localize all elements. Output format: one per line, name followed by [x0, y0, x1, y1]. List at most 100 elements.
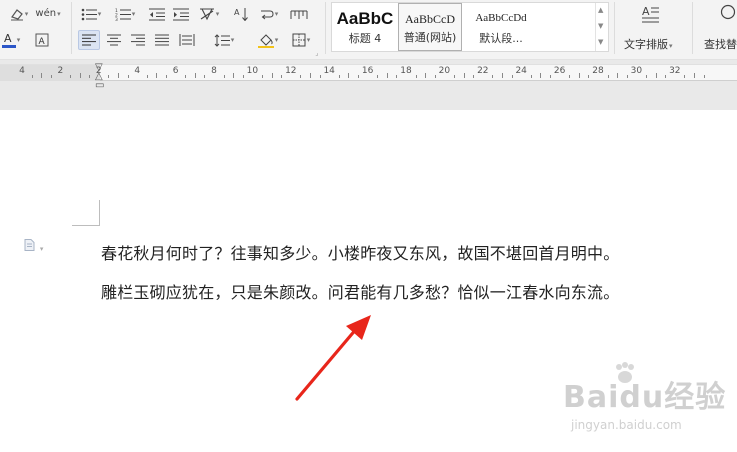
horizontal-ruler[interactable]: ▽ △ ▭ 4 2 2 4 6 8 10 12 14 16 18 20 22 24 26 28 30 32: [0, 63, 737, 91]
ruler-left-margin: [0, 65, 100, 81]
ruler-tick: [194, 73, 196, 78]
ruler-number: 12: [285, 66, 297, 76]
style-normal-web[interactable]: AaBbCcD 普通(网站): [398, 3, 462, 51]
align-right-button[interactable]: [127, 31, 149, 49]
baidu-watermark: Baidu经验 jingyan.baidu.com: [563, 362, 727, 432]
ruler-number: 22: [477, 66, 489, 76]
ruler-tick: [434, 75, 436, 78]
borders-button[interactable]: ▾: [287, 31, 315, 49]
ruler-number: 8: [211, 66, 217, 76]
ruler-tick: [319, 75, 321, 78]
ruler-tick: [242, 75, 244, 78]
styles-scrollbar[interactable]: ▲ ▼ ▼: [595, 3, 608, 51]
line-spacing-button[interactable]: ▾: [210, 31, 238, 49]
paragraph-dialog-launcher-icon[interactable]: ⌟: [313, 49, 321, 57]
ruler-tick: [396, 75, 398, 78]
ruler-tick: [262, 75, 263, 78]
ruler-number: 10: [246, 66, 259, 76]
shading-button[interactable]: ▾: [254, 31, 282, 49]
numbered-list-icon: 123: [115, 8, 131, 21]
ruler-tick: [530, 75, 532, 78]
align-center-button[interactable]: [103, 31, 125, 49]
ruler-tick: [70, 75, 71, 78]
numbering-button[interactable]: 123 ▾: [112, 5, 138, 23]
justify-icon: [155, 34, 169, 46]
style-default-paragraph[interactable]: AaBbCcDd 默认段...: [464, 3, 538, 51]
svg-text:3: 3: [115, 17, 118, 21]
style-label: 普通(网站): [403, 31, 457, 44]
chevron-down-icon: ▾: [57, 9, 61, 18]
scroll-up-icon[interactable]: ▲: [598, 6, 603, 14]
phonetic-icon: wén: [35, 8, 57, 19]
phonetic-guide-button[interactable]: wén ▾: [34, 5, 62, 23]
chevron-down-icon: ▾: [24, 9, 29, 18]
justify-button[interactable]: [151, 31, 173, 49]
ruler-tick: [271, 73, 273, 78]
ruler-number: 6: [172, 66, 179, 76]
ruler-tick: [358, 75, 359, 78]
ruler-tick: [146, 75, 148, 78]
watermark-brand: Baidu经验: [563, 380, 727, 415]
line-spacing-arrows-button[interactable]: ▾: [256, 5, 282, 23]
style-preview: AaBbCcD: [405, 12, 455, 26]
text-layout-button[interactable]: A 文字排版▾: [620, 4, 686, 54]
watermark-site: jingyan.baidu.com: [571, 418, 682, 432]
outdent-icon: [149, 8, 165, 20]
increase-indent-button[interactable]: [170, 5, 192, 23]
align-left-button[interactable]: [78, 30, 100, 50]
chevron-down-icon: ▾: [131, 9, 136, 18]
ruler-tick: [646, 75, 647, 78]
font-color-button[interactable]: A ▾: [0, 31, 22, 49]
indent-icon: [173, 8, 189, 20]
ruler-tick: [550, 75, 551, 78]
ruler-tick: [348, 73, 350, 78]
ruler-tick: [511, 75, 513, 78]
document-page[interactable]: ▾ 春花秋月何时了？往事知多少。小楼昨夜又东风，故国不堪回首月明中。 雕栏玉砌应…: [0, 110, 737, 452]
decrease-indent-button[interactable]: [146, 5, 168, 23]
chinese-layout-button[interactable]: ▾: [196, 5, 222, 23]
clear-format-button[interactable]: ▾: [8, 5, 30, 23]
scroll-down-icon[interactable]: ▼: [598, 22, 603, 30]
separator: [614, 2, 615, 54]
ruler-area: ▽ △ ▭ 4 2 2 4 6 8 10 12 14 16 18 20 22 24 26 28 30 32: [0, 60, 737, 110]
find-replace-button[interactable]: 查找替: [698, 4, 737, 54]
find-replace-label: 查找替: [704, 38, 737, 51]
align-center-icon: [107, 34, 121, 46]
ruler-number: 2: [57, 66, 64, 76]
svg-text:A: A: [4, 32, 12, 45]
ribbon-toolbar: ▾ wén ▾ A ▾ A ▾ 123 ▾ ▾ A ▾ ▾ ▾ ▾ ⌟ AaBb…: [0, 0, 737, 60]
ruler-tick: [473, 75, 475, 78]
style-label: 标题 4: [348, 32, 382, 45]
chevron-down-icon: ▾: [215, 9, 220, 18]
ruler-tick: [310, 73, 311, 78]
ruler-tick: [50, 75, 52, 78]
chevron-down-icon: ▾: [306, 35, 311, 44]
ruler-tick: [386, 73, 388, 78]
ruler-tick: [655, 73, 657, 78]
chevron-down-icon: ▾: [97, 9, 102, 18]
eraser-icon: [10, 8, 23, 20]
style-heading-4[interactable]: AaBbC 标题 4: [332, 3, 398, 51]
svg-text:A: A: [234, 8, 240, 17]
ruler-tick: [89, 75, 91, 78]
tab-ruler-button[interactable]: [288, 5, 310, 23]
separator: [325, 2, 326, 54]
ruler-tick: [463, 73, 465, 78]
chevron-down-icon: ▾: [230, 35, 235, 44]
ruler-number: 4: [134, 66, 141, 76]
sort-button[interactable]: A: [230, 5, 252, 23]
distributed-align-button[interactable]: [176, 31, 198, 49]
ruler-tick: [31, 75, 33, 78]
ruler-tick: [540, 73, 542, 78]
ruler-tick: [300, 75, 302, 78]
bullets-button[interactable]: ▾: [78, 5, 104, 23]
text-layout-icon: A: [642, 5, 659, 23]
svg-text:A: A: [642, 5, 650, 18]
ruler-tick: [502, 73, 503, 78]
chevron-down-icon: ▾: [274, 9, 279, 18]
chinese-layout-icon: [199, 8, 214, 21]
ruler-tick: [617, 73, 619, 78]
ruler-tick: [703, 75, 705, 78]
character-border-button[interactable]: A: [32, 31, 52, 49]
gallery-expand-icon[interactable]: ▼: [598, 38, 603, 46]
